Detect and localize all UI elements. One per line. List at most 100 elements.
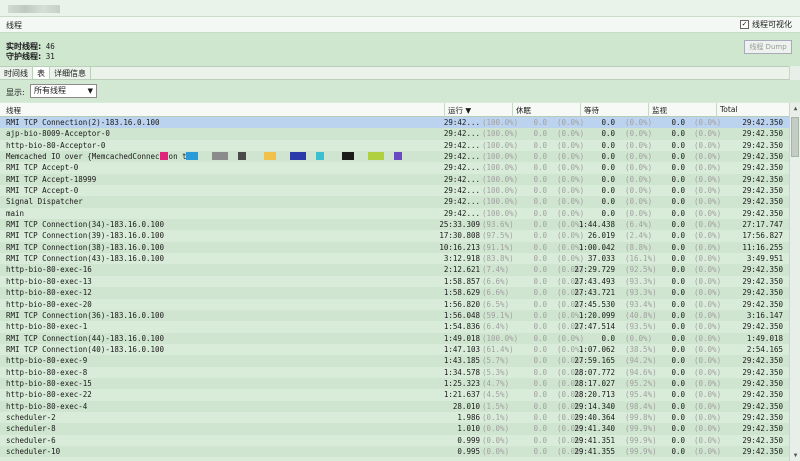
table-row[interactable]: RMI TCP Connection(39)-183.16.0.100 17:30… <box>0 230 789 241</box>
total-time: 29:42.350 <box>742 186 783 196</box>
table-row[interactable]: scheduler-2 1.986 (0.1%) 0.0 (0.0%) 29:40.364… <box>0 412 789 423</box>
table-row[interactable]: RMI TCP Connection(44)-183.16.0.100 1:49.… <box>0 332 789 344</box>
running-pct: (6.6%) <box>482 276 510 286</box>
total-time: 29:42.350 <box>742 118 783 127</box>
table-row[interactable]: RMI TCP Accept-0 29:42... (100.0%) 0.0 (0.0%… <box>0 185 789 196</box>
table-row[interactable]: scheduler-8 1.010 (0.0%) 0.0 (0.0%) 29:41.340… <box>0 423 789 435</box>
scroll-up-icon[interactable]: ▲ <box>791 104 800 113</box>
table-row[interactable]: http-bio-80-Acceptor-0 29:42... (100.0%) 0.… <box>0 140 789 151</box>
col-running[interactable]: 运行 ▼ <box>448 105 471 116</box>
table-row[interactable]: http-bio-80-exec-20 1:56.820 (6.5%) 0.0 (0.0… <box>0 299 789 310</box>
wait-time: 28:17.027 <box>574 378 615 388</box>
table-row[interactable]: http-bio-80-exec-12 1:58.629 (6.6%) 0.0 (0.0… <box>0 287 789 299</box>
redacted-host <box>212 152 228 161</box>
running-time: 10:16.213 <box>439 242 480 252</box>
col-total[interactable]: Total <box>720 105 738 114</box>
thread-dump-button[interactable]: 线程 Dump <box>744 40 792 54</box>
threads-header: 线程 ✓ 线程可视化 <box>0 17 800 33</box>
sleeping-time: 0.0 <box>533 333 547 343</box>
thread-filter-select[interactable]: 所有线程 ▼ <box>30 84 97 98</box>
sleeping-time: 0.0 <box>533 390 547 400</box>
wait-pct: (99.8%) <box>625 412 657 422</box>
monitor-pct: (0.0%) <box>694 288 722 298</box>
running-pct: (100.0%) <box>482 129 519 139</box>
col-sleeping[interactable]: 休眠 <box>516 105 531 116</box>
monitor-time: 0.0 <box>671 401 685 411</box>
col-monitor[interactable]: 监视 <box>652 105 667 116</box>
table-row[interactable]: http-bio-80-exec-8 1:34.578 (5.3%) 0.0 (0.0%… <box>0 367 789 378</box>
sleeping-time: 0.0 <box>533 208 547 218</box>
table-row[interactable]: http-bio-80-exec-4 28.010 (1.5%) 0.0 (0.0%) 2… <box>0 400 789 412</box>
tab-timeline[interactable]: 时间线 <box>0 67 33 79</box>
total-time: 17:56.827 <box>742 231 783 241</box>
scrollbar-thumb[interactable] <box>791 117 799 157</box>
monitor-pct: (0.0%) <box>694 254 722 264</box>
total-time: 29:42.350 <box>742 265 783 275</box>
table-row[interactable]: http-bio-80-exec-16 2:12.621 (7.4%) 0.0 (0.0… <box>0 264 789 276</box>
table-row[interactable]: main 29:42... (100.0%) 0.0 (0.0%) 0.0 (0.0%) 0.… <box>0 208 789 219</box>
daemon-threads: 守护线程: 31 <box>6 51 55 62</box>
monitor-time: 0.0 <box>671 333 685 343</box>
total-time: 29:42.350 <box>742 378 783 388</box>
sleeping-time: 0.0 <box>533 322 547 332</box>
table-row[interactable]: ajp-bio-8009-Acceptor-0 29:42... (100.0%) 0… <box>0 128 789 140</box>
redacted-tab-label <box>8 5 60 13</box>
wait-pct: (0.0%) <box>625 333 653 343</box>
monitor-pct: (0.0%) <box>694 333 722 343</box>
table-scrollbar[interactable]: ▲ ▼ <box>789 103 800 461</box>
sleeping-time: 0.0 <box>533 197 547 207</box>
sleeping-time: 0.0 <box>533 231 547 241</box>
visualize-checkbox[interactable]: ✓ <box>740 20 749 29</box>
table-row[interactable]: scheduler-6 0.999 (0.0%) 0.0 (0.0%) 29:41.351… <box>0 435 789 446</box>
wait-pct: (93.3%) <box>625 288 657 298</box>
table-row[interactable]: scheduler-10 0.995 (0.0%) 0.0 (0.0%) 29:41.35… <box>0 445 789 458</box>
wait-pct: (94.2%) <box>625 356 657 366</box>
table-row[interactable]: http-bio-80-exec-1 1:54.836 (6.4%) 0.0 (0.0%… <box>0 321 789 332</box>
thread-name: http-bio-80-exec-13 <box>6 276 92 286</box>
daemon-threads-label: 守护线程: <box>6 52 42 61</box>
sleeping-time: 0.0 <box>533 378 547 388</box>
monitor-time: 0.0 <box>671 288 685 298</box>
thread-name: http-bio-80-exec-1 <box>6 322 88 332</box>
col-thread[interactable]: 线程 <box>6 105 21 116</box>
thread-name: http-bio-80-exec-12 <box>6 288 92 298</box>
wait-time: 0.0 <box>601 333 615 343</box>
running-pct: (100.0%) <box>482 140 519 150</box>
table-row[interactable]: http-bio-80-exec-22 1:21.637 (4.5%) 0.0 (0.0… <box>0 389 789 400</box>
table-row[interactable]: RMI TCP Connection(34)-183.16.0.100 25:33… <box>0 219 789 231</box>
running-time: 25:33.309 <box>439 220 480 230</box>
tab-table[interactable]: 表 <box>33 67 50 79</box>
table-row[interactable]: RMI TCP Connection(38)-183.16.0.100 10:16… <box>0 241 789 254</box>
scroll-down-icon[interactable]: ▼ <box>791 451 800 460</box>
table-row[interactable]: RMI TCP Accept-18999 29:42... (100.0%) 0.0 (… <box>0 173 789 186</box>
tab-details[interactable]: 详细信息 <box>50 67 91 79</box>
sleeping-time: 0.0 <box>533 310 547 320</box>
visualize-toggle[interactable]: ✓ 线程可视化 <box>740 19 792 30</box>
table-row[interactable]: http-bio-80-exec-15 1:25.323 (4.7%) 0.0 (0.0… <box>0 377 789 390</box>
col-wait[interactable]: 等待 <box>584 105 599 116</box>
table-row[interactable]: RMI TCP Accept-0 29:42... (100.0%) 0.0 (0.0%… <box>0 162 789 173</box>
monitor-time: 0.0 <box>671 242 685 252</box>
table-row[interactable]: Memcached IO over {MemcachedConnection t… <box>0 151 789 163</box>
wait-time: 27:29.729 <box>574 265 615 275</box>
table-row[interactable]: http-bio-80-exec-13 1:58.857 (6.6%) 0.0 (0.0… <box>0 276 789 287</box>
monitor-time: 0.0 <box>671 231 685 241</box>
sleeping-pct: (0.0%) <box>557 174 585 184</box>
wait-time: 29:14.340 <box>574 401 615 411</box>
thread-name: RMI TCP Connection(40)-183.16.0.100 <box>6 344 165 354</box>
monitor-pct: (0.0%) <box>694 163 722 173</box>
table-row[interactable]: http-bio-80-exec-9 1:43.185 (5.7%) 0.0 (0.0%… <box>0 355 789 367</box>
table-row[interactable]: Signal Dispatcher 29:42... (100.0%) 0.0 (0.0… <box>0 196 789 208</box>
thread-name: http-bio-80-exec-15 <box>6 378 92 388</box>
table-row[interactable]: RMI TCP Connection(43)-183.16.0.100 3:12.… <box>0 253 789 264</box>
sleeping-pct: (0.0%) <box>557 333 585 343</box>
thread-name: Signal Dispatcher <box>6 197 83 207</box>
total-time: 3:16.147 <box>746 310 783 320</box>
table-row[interactable]: RMI TCP Connection(40)-183.16.0.100 1:47.… <box>0 344 789 355</box>
running-time: 29:42... <box>443 140 480 150</box>
sleeping-time: 0.0 <box>533 344 547 354</box>
table-row[interactable]: RMI TCP Connection(36)-183.16.0.100 1:56.… <box>0 309 789 322</box>
sleeping-time: 0.0 <box>533 401 547 411</box>
table-row[interactable]: RMI TCP Connection(2)-183.16.0.100 29:42.… <box>0 117 789 129</box>
wait-pct: (16.1%) <box>625 254 657 264</box>
